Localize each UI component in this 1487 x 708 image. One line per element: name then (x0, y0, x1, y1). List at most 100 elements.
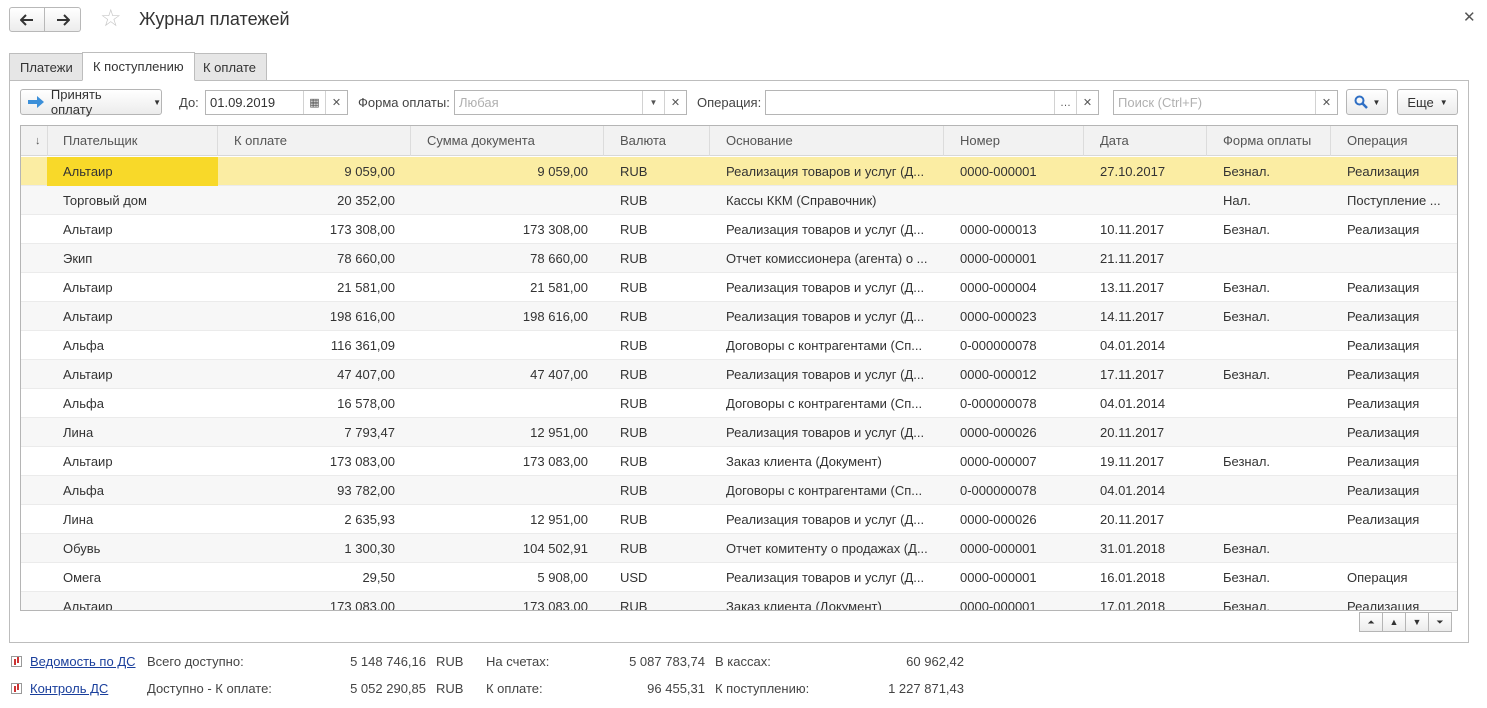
date-value: 01.09.2019 (210, 95, 276, 110)
clear-payment-form-icon[interactable]: ✕ (664, 91, 686, 114)
select-ellipsis-icon[interactable]: … (1054, 91, 1076, 114)
table-row[interactable]: Экип 78 660,00 78 660,00 RUB Отчет комиссион… (21, 244, 1457, 273)
chevron-down-icon: ▼ (1439, 97, 1448, 107)
cell-doc-sum: 9 059,00 (537, 164, 588, 179)
cell-date: 17.11.2017 (1100, 367, 1165, 382)
cell-payment-form: Безнал. (1223, 454, 1271, 469)
clear-date-icon[interactable]: ✕ (325, 91, 347, 114)
chevron-down-icon[interactable]: ▼ (642, 91, 664, 114)
cell-payment-form (1207, 331, 1331, 360)
to-receive-value: 1 227 871,43 (888, 681, 964, 696)
col-basis[interactable]: Основание (710, 126, 944, 156)
cell-currency: RUB (620, 541, 648, 556)
close-icon[interactable]: ✕ (1463, 8, 1476, 26)
col-currency[interactable]: Валюта (604, 126, 710, 156)
tab-payments[interactable]: Платежи (9, 53, 84, 81)
table-row[interactable]: Альтаир 21 581,00 21 581,00 RUB Реализация т… (21, 273, 1457, 302)
cell-basis: Договоры с контрагентами (Сп... (726, 338, 923, 353)
total-available-currency: RUB (436, 654, 464, 669)
cell-operation: Реализация (1347, 454, 1420, 469)
cash-statement-link[interactable]: Ведомость по ДС (30, 654, 136, 669)
col-number[interactable]: Номер (944, 126, 1084, 156)
search-input[interactable]: Поиск (Ctrl+F) ✕ (1113, 90, 1338, 115)
cell-to-pay: 20 352,00 (337, 193, 395, 208)
forward-button[interactable] (45, 7, 81, 32)
col-doc-sum[interactable]: Сумма документа (411, 126, 604, 156)
cell-operation: Реализация (1347, 512, 1420, 527)
search-button[interactable]: ▼ (1346, 89, 1388, 115)
cell-operation: Реализация (1347, 425, 1420, 440)
operation-label: Операция: (697, 95, 762, 110)
tab-to-pay[interactable]: К оплате (192, 53, 268, 81)
cell-payer: Лина (63, 512, 94, 527)
table-row[interactable]: Торговый дом 20 352,00 RUB Кассы ККМ (Справ… (21, 186, 1457, 215)
col-to-pay[interactable]: К оплате (218, 126, 411, 156)
total-available-label: Всего доступно: (147, 654, 244, 669)
sort-arrow-icon[interactable]: ↓ (21, 126, 48, 156)
col-payer[interactable]: Плательщик (47, 126, 218, 156)
tab-to-receive[interactable]: К поступлению (82, 52, 195, 81)
table-row[interactable]: Альтаир 47 407,00 47 407,00 RUB Реализация т… (21, 360, 1457, 389)
cell-number (944, 186, 1084, 215)
table-row[interactable]: Альфа 16 578,00 RUB Договоры с контрагентам… (21, 389, 1457, 418)
table-row[interactable]: Обувь 1 300,30 104 502,91 RUB Отчет комитент… (21, 534, 1457, 563)
col-date[interactable]: Дата (1084, 126, 1207, 156)
clear-search-icon[interactable]: ✕ (1315, 91, 1337, 114)
cell-basis: Реализация товаров и услуг (Д... (726, 425, 925, 440)
payments-table[interactable]: ↓ Плательщик К оплате Сумма документа Ва… (20, 125, 1458, 611)
cell-basis: Реализация товаров и услуг (Д... (726, 512, 925, 527)
table-row[interactable]: Альтаир 173 308,00 173 308,00 RUB Реализация… (21, 215, 1457, 244)
to-pay-value: 96 455,31 (647, 681, 705, 696)
cell-date: 17.01.2018 (1100, 599, 1166, 611)
cell-operation: Поступление ... (1347, 193, 1441, 208)
cell-number: 0000-000001 (960, 570, 1037, 585)
cell-to-pay: 2 635,93 (344, 512, 395, 527)
cell-payer: Лина (63, 425, 94, 440)
cell-date: 16.01.2018 (1100, 570, 1166, 585)
cell-payer: Альтаир (63, 454, 113, 469)
cell-payer: Альфа (63, 483, 104, 498)
cell-payment-form (1207, 389, 1331, 418)
col-operation[interactable]: Операция (1331, 126, 1457, 156)
cell-doc-sum: 47 407,00 (530, 367, 588, 382)
scroll-down-icon[interactable]: ▼ (1405, 612, 1429, 632)
back-button[interactable] (9, 7, 45, 32)
table-row[interactable]: Альфа 116 361,09 RUB Договоры с контрагента… (21, 331, 1457, 360)
table-row[interactable]: Альтаир 173 083,00 173 083,00 RUB Заказ клие… (21, 592, 1457, 611)
table-row[interactable]: Омега 29,50 5 908,00 USD Реализация товаров … (21, 563, 1457, 592)
cash-control-link[interactable]: Контроль ДС (30, 681, 108, 696)
clear-operation-icon[interactable]: ✕ (1076, 91, 1098, 114)
cell-operation: Операция (1347, 570, 1408, 585)
cell-payment-form: Безнал. (1223, 309, 1271, 324)
cell-to-pay: 173 308,00 (329, 222, 395, 237)
cell-basis: Отчет комиссионера (агента) о ... (726, 251, 928, 266)
cell-date: 10.11.2017 (1100, 222, 1165, 237)
cell-payment-form (1207, 505, 1331, 534)
operation-field[interactable]: … ✕ (765, 90, 1099, 115)
scroll-bottom-icon[interactable]: ⏷ (1428, 612, 1452, 632)
cell-to-pay: 173 083,00 (329, 599, 395, 611)
table-row[interactable]: Альтаир 9 059,00 9 059,00 RUB Реализация тов… (21, 157, 1457, 186)
cell-currency: RUB (620, 483, 648, 498)
cell-currency: RUB (620, 251, 648, 266)
accept-payment-button[interactable]: Принять оплату ▼ (20, 87, 162, 117)
table-row[interactable]: Лина 7 793,47 12 951,00 RUB Реализация товар… (21, 418, 1457, 447)
table-row[interactable]: Лина 2 635,93 12 951,00 RUB Реализация товар… (21, 505, 1457, 534)
col-payment-form[interactable]: Форма оплаты (1207, 126, 1331, 156)
table-row[interactable]: Альтаир 198 616,00 198 616,00 RUB Реализация… (21, 302, 1457, 331)
scroll-up-icon[interactable]: ▲ (1382, 612, 1406, 632)
table-row[interactable]: Альфа 93 782,00 RUB Договоры с контрагентам… (21, 476, 1457, 505)
payment-form-field[interactable]: Любая ▼ ✕ (454, 90, 687, 115)
cell-currency: RUB (620, 425, 648, 440)
cell-payment-form: Безнал. (1223, 280, 1271, 295)
to-receive-label: К поступлению: (715, 681, 810, 696)
cell-operation (1331, 244, 1457, 273)
calendar-icon[interactable]: ▦ (303, 91, 325, 114)
more-button[interactable]: Еще ▼ (1397, 89, 1458, 115)
table-row[interactable]: Альтаир 173 083,00 173 083,00 RUB Заказ клие… (21, 447, 1457, 476)
scroll-top-icon[interactable]: ⏶ (1359, 612, 1383, 632)
date-field[interactable]: 01.09.2019 ▦ ✕ (205, 90, 348, 115)
cell-operation: Реализация (1347, 599, 1420, 611)
cell-payer: Омега (63, 570, 101, 585)
favorite-star-icon[interactable]: ☆ (100, 6, 122, 32)
